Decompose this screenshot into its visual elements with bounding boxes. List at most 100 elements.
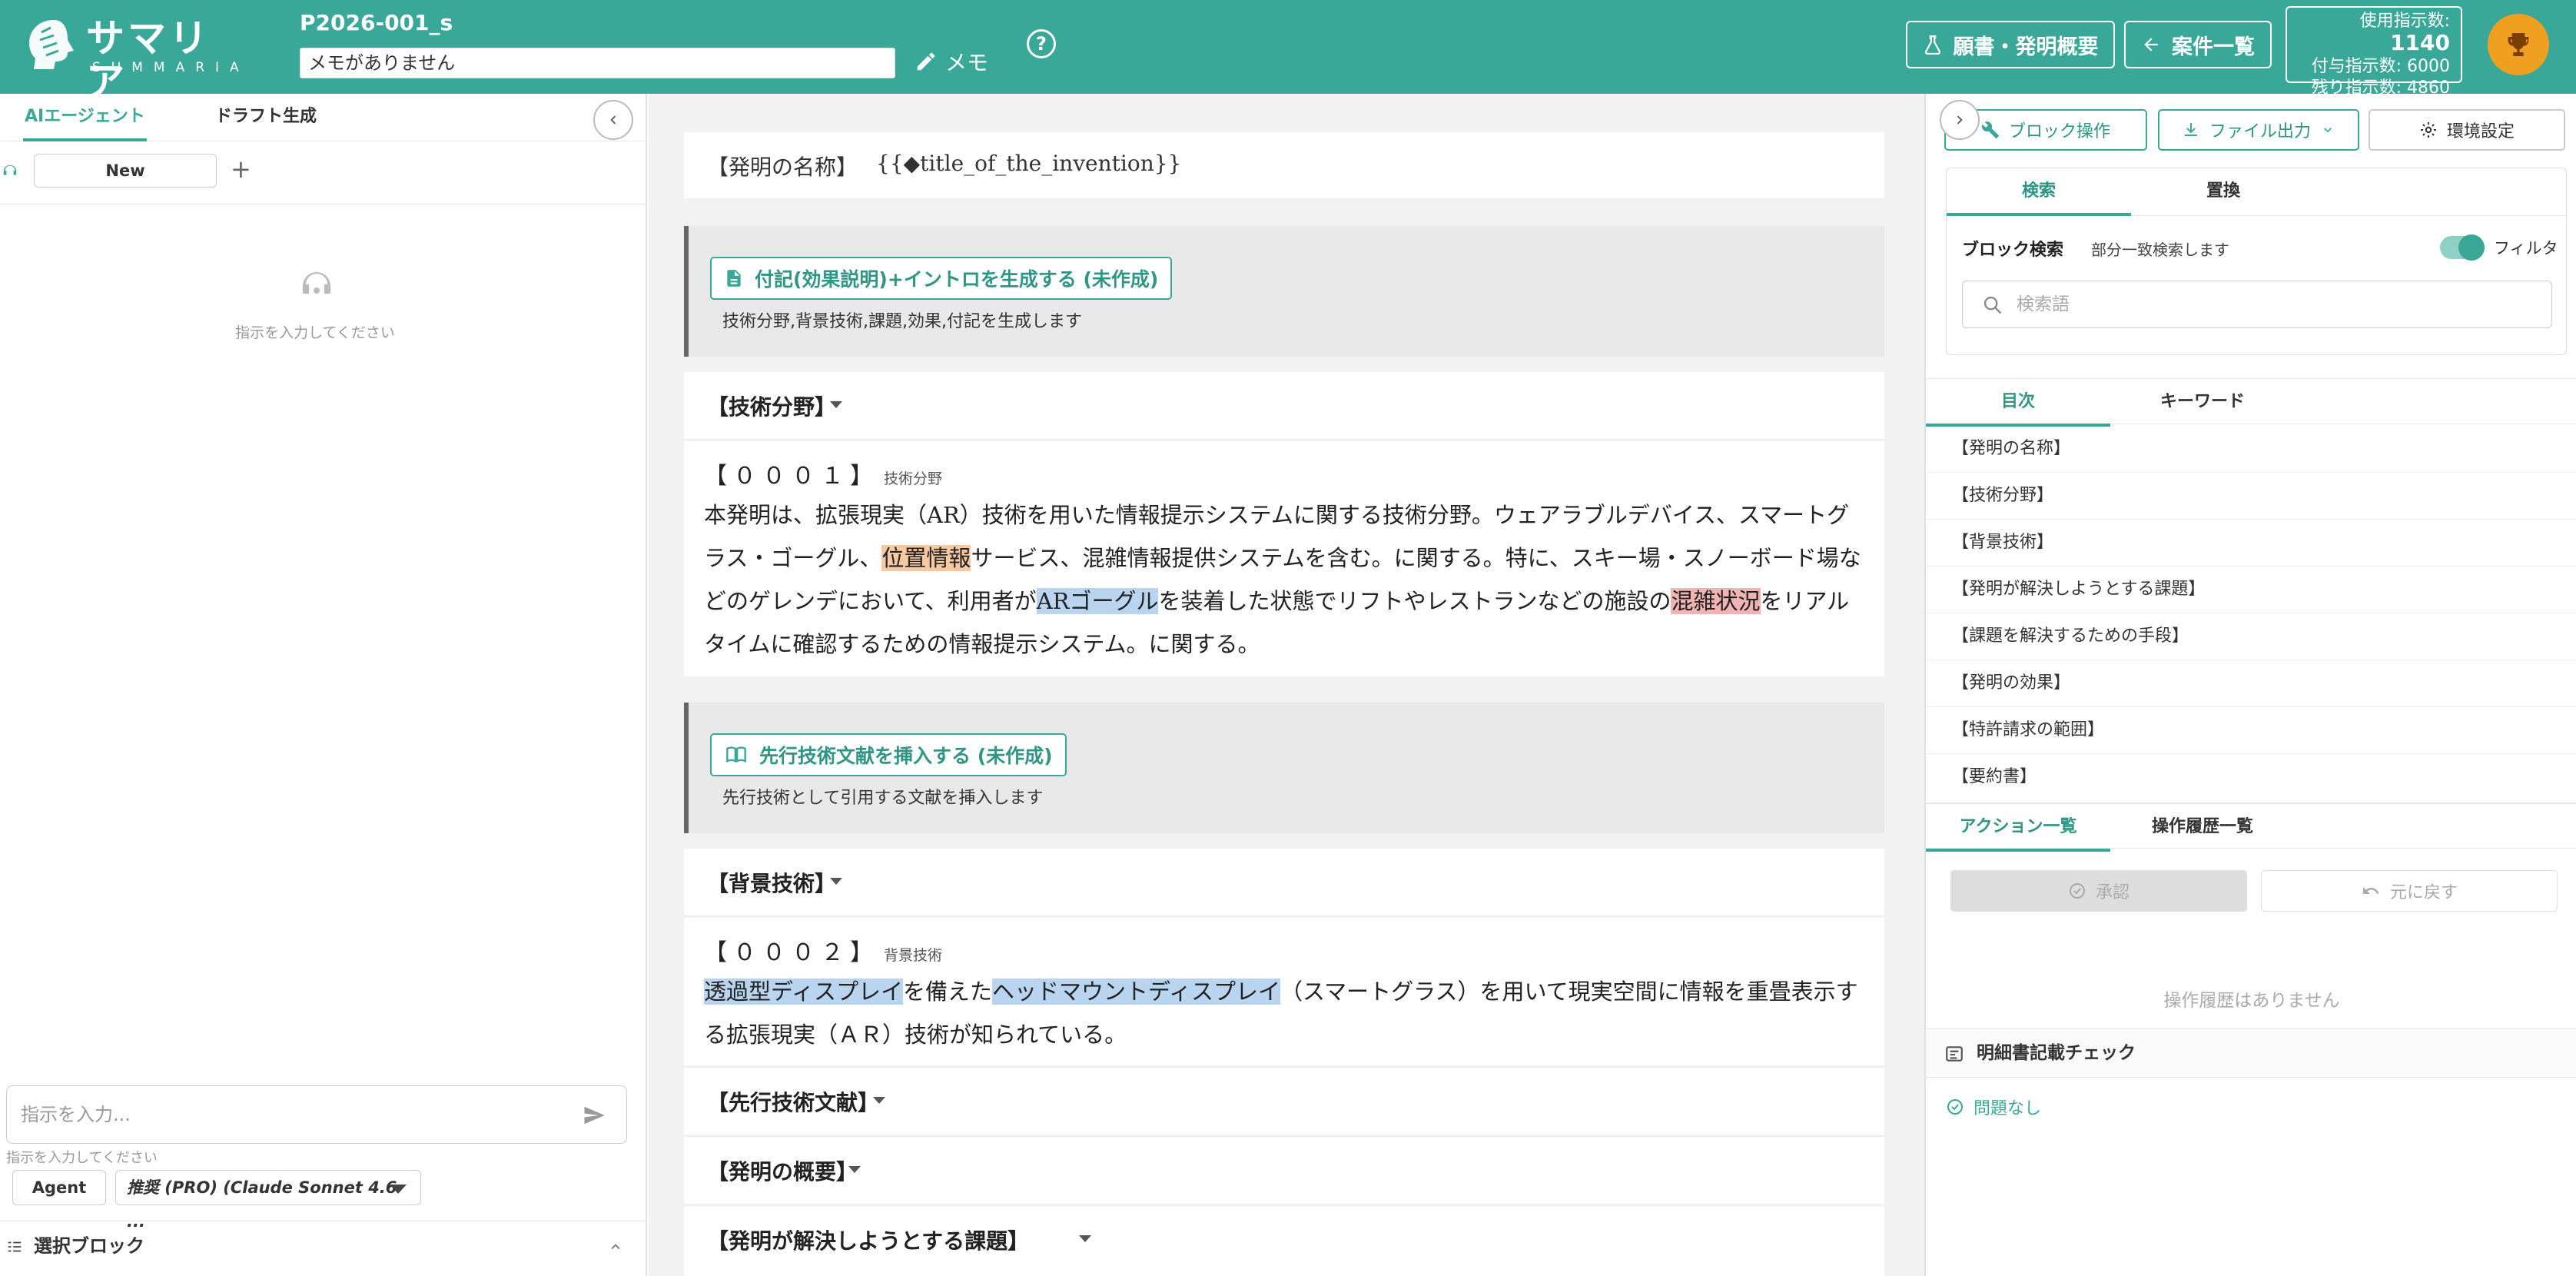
undo-button[interactable]: 元に戻す [2261, 870, 2558, 912]
session-row: New + [0, 141, 647, 204]
search-icon [1983, 296, 2002, 314]
tab-history[interactable]: 操作履歴一覧 [2110, 804, 2295, 852]
invention-title-label: 【発明の名称】 [707, 155, 858, 180]
trophy-icon [2508, 33, 2529, 56]
search-panel: 検索 置換 ブロック検索 部分一致検索します フィルタ 検索語 [1946, 168, 2567, 355]
toc-item[interactable]: 【背景技術】 [1926, 520, 2576, 567]
toc-item[interactable]: 【発明の効果】 [1926, 660, 2576, 707]
memo-field[interactable]: メモがありません [300, 48, 895, 78]
agent-mode-button[interactable]: Agent [12, 1170, 106, 1205]
logo-subtext: SUMMARIA [92, 60, 250, 75]
usage-used: 1140 [2390, 30, 2450, 55]
check-circle-icon [2069, 883, 2085, 899]
filter-label: フィルタ [2494, 239, 2558, 258]
left-tabs: AIエージェント ドラフト生成 [0, 94, 647, 141]
settings-button[interactable]: 環境設定 [2369, 109, 2565, 151]
dropdown-icon[interactable] [830, 401, 842, 408]
highlight-keyword[interactable]: 位置情報 [881, 545, 971, 571]
prompt-hint: 指示を入力してください [6, 1150, 158, 1166]
add-session-button[interactable]: + [231, 152, 251, 186]
cases-list-button[interactable]: 案件一覧 [2124, 21, 2272, 68]
new-session-button[interactable]: New [34, 154, 217, 188]
summaria-logo[interactable]: サマリア SUMMARIA [23, 17, 246, 103]
prompt-input[interactable]: 指示を入力... [6, 1085, 627, 1144]
help-icon[interactable]: ? [1027, 29, 1056, 58]
dropdown-icon[interactable] [873, 1097, 885, 1104]
generate-intro-button[interactable]: 付記(効果説明)+イントロを生成する (未作成) [710, 257, 1173, 300]
toc-item[interactable]: 【要約書】 [1926, 754, 2576, 801]
checklist-icon [1946, 1046, 1963, 1062]
approve-button[interactable]: 承認 [1950, 870, 2247, 912]
tab-keywords[interactable]: キーワード [2110, 379, 2295, 427]
paragraph-0002[interactable]: 【０００２】 背景技術 透過型ディスプレイを備えたヘッドマウントディスプレイ（スマ… [684, 918, 1884, 1065]
toc-item[interactable]: 【課題を解決するための手段】 [1926, 613, 2576, 660]
chevron-up-icon [611, 1244, 620, 1250]
wrench-icon [1981, 121, 1999, 138]
collapse-left-button[interactable] [593, 100, 633, 140]
document-editor: 【発明の名称】 {{◆title_of_the_invention}} 付記(効… [649, 94, 1924, 1276]
memo-edit-button[interactable]: メモ [915, 45, 988, 78]
flask-icon [1924, 35, 1940, 55]
highlight-keyword[interactable]: ARゴーグル [1036, 588, 1159, 614]
section-header-tech-field[interactable]: 【技術分野】 [684, 372, 1884, 440]
model-select[interactable]: 推奨 (PRO) (Claude Sonnet 4.6 ... [115, 1170, 421, 1231]
project-title: P2026-001_s [300, 10, 453, 35]
pencil-icon [917, 52, 935, 71]
dropdown-icon[interactable] [848, 1166, 861, 1173]
chevron-down-icon [390, 1185, 407, 1194]
highlight-keyword[interactable]: ヘッドマウントディスプレイ [992, 979, 1280, 1005]
chevron-left-icon [610, 115, 616, 125]
spec-check-header[interactable]: 明細書記載チェック [1926, 1028, 2576, 1078]
toc-item[interactable]: 【技術分野】 [1926, 473, 2576, 520]
dropdown-icon[interactable] [830, 878, 842, 885]
download-icon [2184, 123, 2197, 136]
section-header-summary[interactable]: 【発明の概要】 [684, 1136, 1884, 1204]
toc-item[interactable]: 【発明の名称】 [1926, 426, 2576, 473]
insert-prior-art-button[interactable]: 先行技術文献を挿入する (未作成) [710, 733, 1067, 776]
memo-label: メモ [945, 50, 989, 75]
toc-item[interactable]: 【発明が解決しようとする課題】 [1926, 567, 2576, 613]
usage-counter: 使用指示数: 1140 付与指示数: 6000 残り指示数: 4860 [2286, 6, 2462, 98]
spec-check-result: 問題なし [1946, 1095, 2041, 1119]
filter-toggle[interactable] [2440, 234, 2485, 261]
insert-prior-art-desc: 先行技術として引用する文献を挿入します [722, 789, 1044, 808]
tab-actions[interactable]: アクション一覧 [1926, 804, 2110, 852]
tab-replace[interactable]: 置換 [2131, 168, 2315, 216]
toc-item[interactable]: 【特許請求の範囲】 [1926, 707, 2576, 754]
collapse-right-button[interactable] [1940, 100, 1980, 140]
block-search-label: ブロック検索 [1962, 241, 2064, 260]
tab-draft-generation[interactable]: ドラフト生成 [215, 94, 317, 141]
section-header-background[interactable]: 【背景技術】 [684, 849, 1884, 916]
selected-block-toggle[interactable]: 選択ブロック [0, 1221, 647, 1276]
insert-prior-art-block: 先行技術文献を挿入する (未作成) 先行技術として引用する文献を挿入します [684, 703, 1884, 833]
search-tabs: 検索 置換 [1947, 168, 2566, 216]
highlight-keyword[interactable]: 混雑状況 [1671, 588, 1761, 614]
section-header-problem[interactable]: 【発明が解決しようとする課題】 [684, 1205, 1884, 1276]
no-history-message: 操作履歴はありません [2163, 991, 2340, 1011]
chevron-right-icon [1957, 115, 1963, 125]
list-check-icon [8, 1241, 22, 1252]
book-icon [726, 746, 746, 763]
app-header: サマリア SUMMARIA P2026-001_s メモがありません メモ ? … [0, 0, 2576, 103]
usage-granted: 付与指示数: 6000 [2311, 57, 2450, 76]
dropdown-icon[interactable] [1079, 1235, 1091, 1242]
overview-button[interactable]: 願書・発明概要 [1906, 21, 2115, 68]
tab-ai-agent[interactable]: AIエージェント [23, 94, 147, 141]
undo-icon [2362, 887, 2379, 894]
block-search-desc: 部分一致検索します [2091, 241, 2229, 259]
gear-icon [2420, 122, 2436, 138]
trophy-button[interactable] [2488, 14, 2549, 75]
section-header-prior-art[interactable]: 【先行技術文献】 [684, 1067, 1884, 1135]
head-profile-icon [29, 20, 74, 69]
paragraph-text: 本発明は、拡張現実（AR）技術を用いた情報提示システムに関する技術分野。ウェアラ… [704, 502, 1861, 657]
search-input[interactable]: 検索語 [1962, 281, 2552, 328]
send-icon[interactable] [583, 1104, 606, 1127]
invention-title-block[interactable]: 【発明の名称】 {{◆title_of_the_invention}} [684, 132, 1884, 198]
right-panel: ブロック操作 ファイル出力 環境設定 検索 置換 ブロック検索 部分一致検索しま… [1924, 94, 2576, 1276]
tab-search[interactable]: 検索 [1947, 168, 2131, 216]
paragraph-0001[interactable]: 【０００１】 技術分野 本発明は、拡張現実（AR）技術を用いた情報提示システムに関… [684, 441, 1884, 676]
file-output-button[interactable]: ファイル出力 [2158, 109, 2359, 151]
toc-tabs: 目次 キーワード [1926, 378, 2576, 427]
tab-toc[interactable]: 目次 [1926, 379, 2110, 427]
highlight-keyword[interactable]: 透過型ディスプレイ [704, 979, 903, 1005]
